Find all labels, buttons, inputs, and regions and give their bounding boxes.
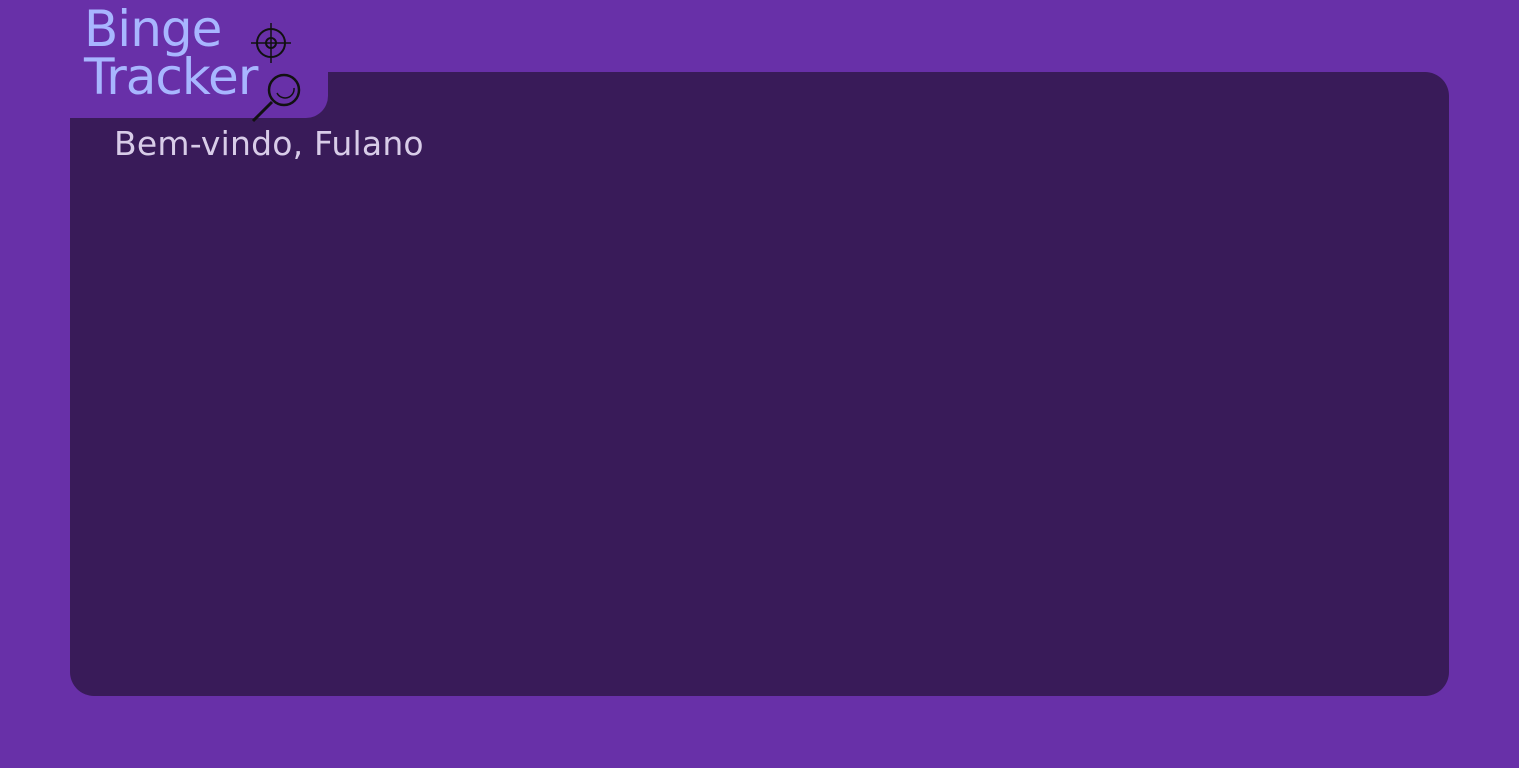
target-and-magnifier-icon [251, 23, 301, 123]
app-screen: Binge Tracker Bem-vindo, Fulano [0, 0, 1519, 768]
app-logo[interactable]: Binge Tracker [84, 4, 324, 123]
welcome-message: Bem-vindo, Fulano [114, 124, 424, 163]
